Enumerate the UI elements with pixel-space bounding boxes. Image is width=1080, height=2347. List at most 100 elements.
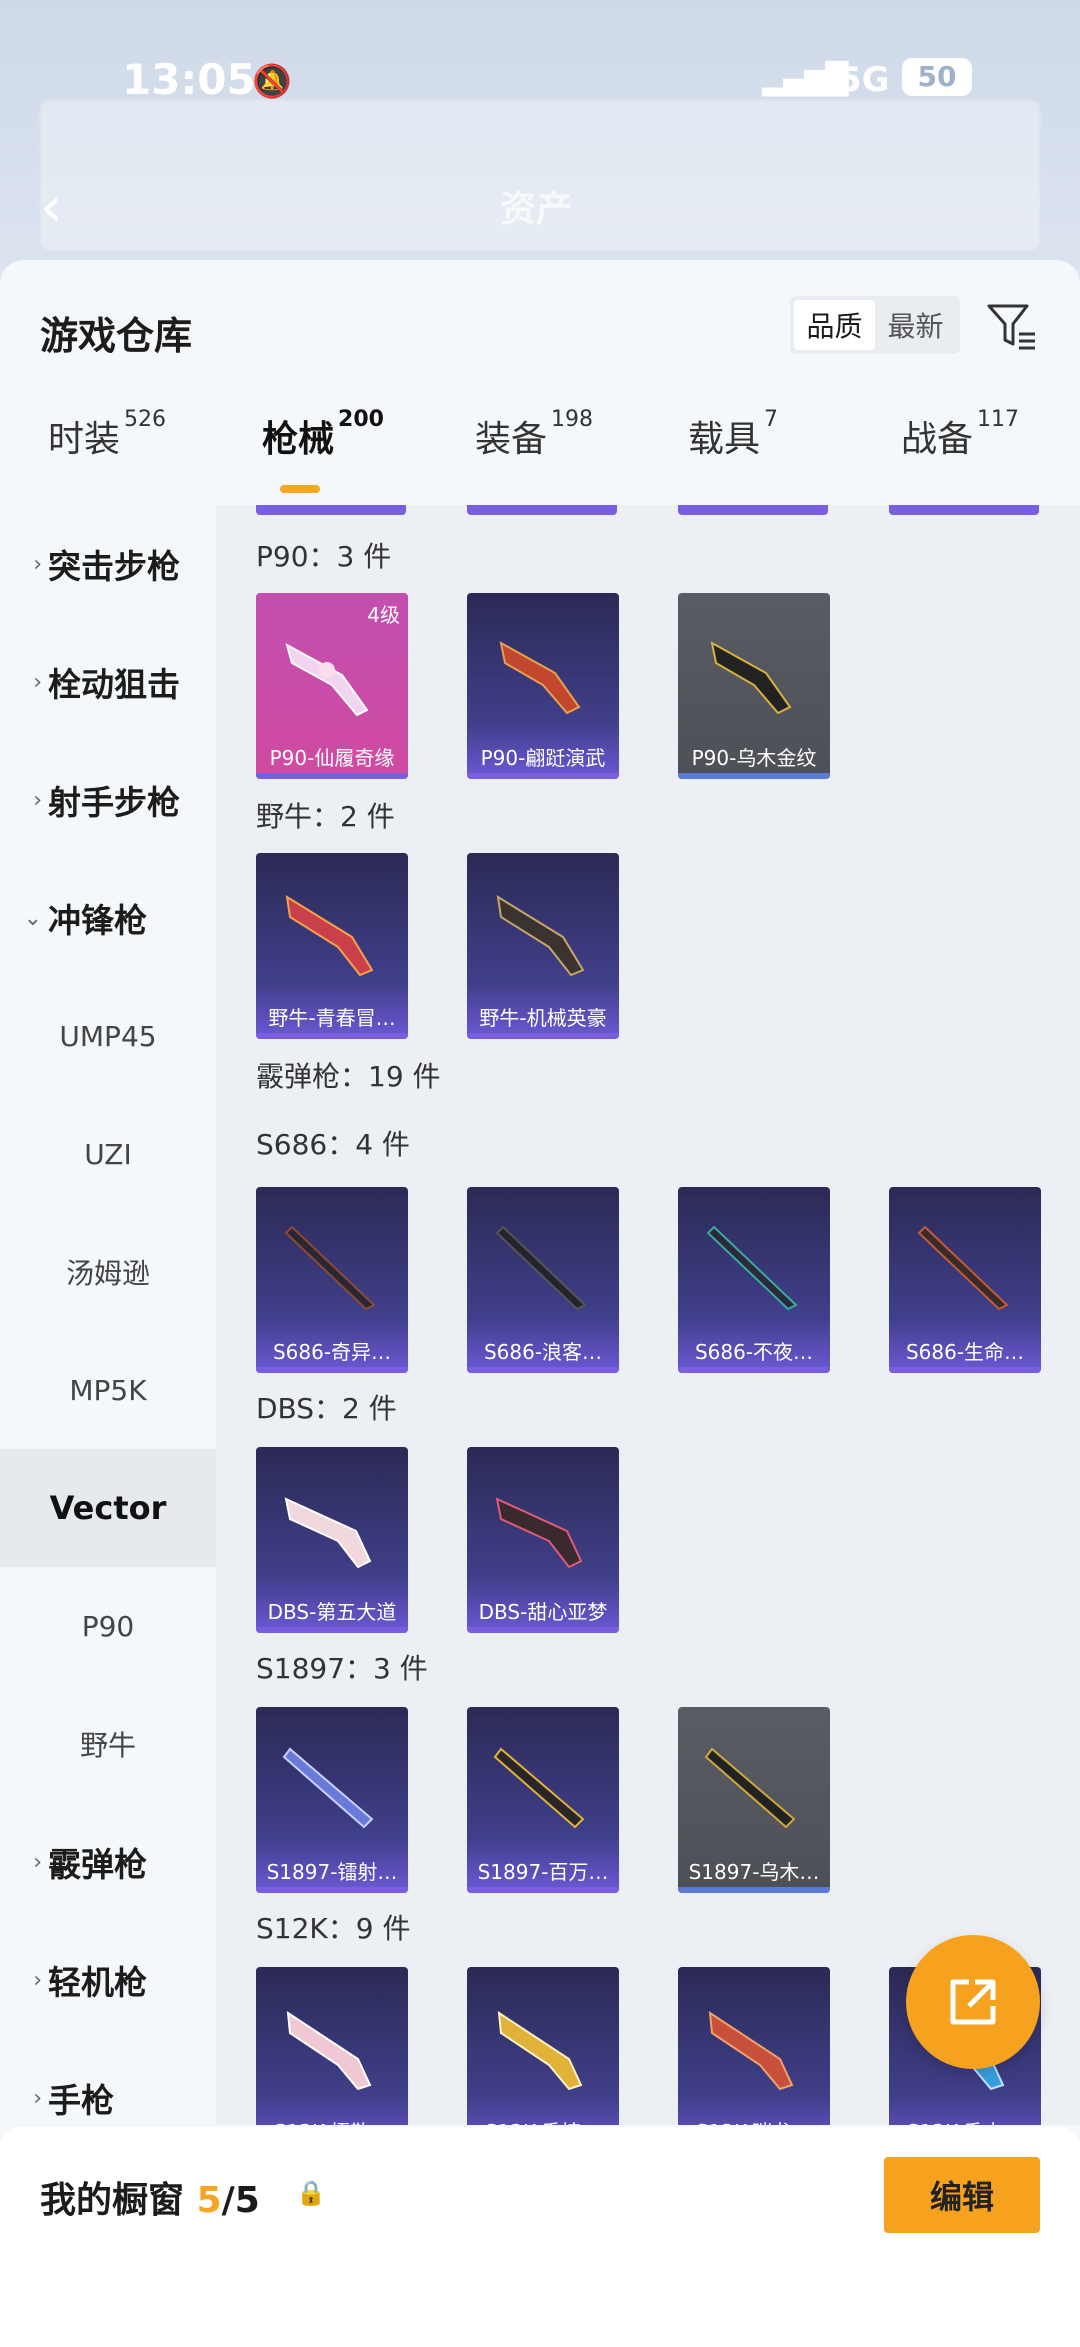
item-name: P90-翩跹演武 xyxy=(480,746,606,770)
rarity-bar xyxy=(256,1627,408,1633)
share-button[interactable] xyxy=(906,1935,1040,2069)
sidebar-category-smg[interactable]: ⌄ 冲锋枪 xyxy=(0,859,216,977)
sidebar-sub-vector[interactable]: Vector xyxy=(0,1449,216,1567)
blurred-header-backdrop: 13:05 🔕 ▂▄▆█ 5G 50 ‹ 资产 xyxy=(0,0,1080,270)
sidebar-sub-p90[interactable]: P90 xyxy=(0,1567,216,1685)
item-name: S686-生命… xyxy=(905,1340,1025,1364)
cutoff-item-edge xyxy=(889,505,1039,515)
sidebar-category-shotgun[interactable]: › 霰弹枪 xyxy=(0,1803,216,1921)
item-card[interactable]: DBS-甜心亚梦 xyxy=(467,1447,619,1633)
sidebar-sub-mp5k[interactable]: MP5K xyxy=(0,1331,216,1449)
status-time: 13:05 xyxy=(122,55,256,104)
gun-icon xyxy=(495,1225,587,1311)
section-label-s12k: S12K：9 件 xyxy=(256,1912,411,1945)
item-name: 野牛-机械英豪 xyxy=(479,1006,607,1030)
item-grid: P90：3 件 4级 P90-仙履奇缘 P90-翩跹演武 P90-乌木金纹 野牛… xyxy=(216,505,1080,2125)
assets-label: 资产 xyxy=(500,189,573,230)
weapon-category-sidebar: › 突击步枪 › 栓动狙击 › 射手步枪 ⌄ 冲锋枪 UMP45 UZI 汤姆逊 MP5… xyxy=(0,505,216,2125)
item-card[interactable]: S12K-梧散… xyxy=(256,1967,408,2125)
sidebar-category-lmg[interactable]: › 轻机枪 xyxy=(0,1921,216,2039)
sidebar-sub-thompson[interactable]: 汤姆逊 xyxy=(0,1213,216,1331)
chevron-right-icon: › xyxy=(33,669,42,695)
tab-fashion[interactable]: 时装 526 xyxy=(48,407,166,462)
sidebar-sub-bizon[interactable]: 野牛 xyxy=(0,1685,216,1803)
rarity-bar xyxy=(467,1367,619,1373)
share-external-icon xyxy=(950,1979,996,2025)
sidebar-category-assault-rifle[interactable]: › 突击步枪 xyxy=(0,505,216,623)
item-card[interactable]: S1897-乌木… xyxy=(678,1707,830,1893)
sidebar-sub-uzi[interactable]: UZI xyxy=(0,1095,216,1213)
chevron-down-icon: ⌄ xyxy=(23,905,42,931)
signal-icon: ▂▄▆█ xyxy=(762,62,848,97)
item-name: S12K-梧散… xyxy=(256,2116,408,2125)
chevron-right-icon: › xyxy=(33,787,42,813)
item-name: S686-不夜… xyxy=(694,1340,814,1364)
item-card[interactable]: 4级 P90-仙履奇缘 xyxy=(256,593,408,779)
item-card[interactable]: P90-翩跹演武 xyxy=(467,593,619,779)
item-card[interactable]: P90-乌木金纹 xyxy=(678,593,830,779)
item-card[interactable]: DBS-第五大道 xyxy=(256,1447,408,1633)
sidebar-category-bolt-sniper[interactable]: › 栓动狙击 xyxy=(0,623,216,741)
gun-icon xyxy=(284,1225,376,1311)
gun-icon xyxy=(286,2011,372,2091)
gun-icon xyxy=(499,641,581,715)
item-name: S1897-乌木… xyxy=(688,1860,820,1884)
rarity-bar xyxy=(678,773,830,779)
section-label-p90: P90：3 件 xyxy=(256,540,392,573)
showcase-label: 我的橱窗 5/5 xyxy=(40,2180,260,2221)
item-card[interactable]: S686-浪客… xyxy=(467,1187,619,1373)
rarity-bar xyxy=(467,1887,619,1893)
tab-vehicles[interactable]: 载具 7 xyxy=(688,407,778,462)
gun-icon xyxy=(496,895,585,977)
gun-icon xyxy=(708,2011,794,2091)
item-card[interactable]: S12K-瑞龙… xyxy=(678,1967,830,2125)
chevron-right-icon: › xyxy=(33,551,42,577)
item-name: 野牛-青春冒… xyxy=(268,1006,396,1030)
gun-icon xyxy=(706,1225,798,1311)
item-name: S1897-百万… xyxy=(477,1860,609,1884)
item-card[interactable]: S686-奇异… xyxy=(256,1187,408,1373)
sort-newest-option[interactable]: 最新 xyxy=(875,300,956,350)
gun-icon xyxy=(493,1747,585,1829)
section-label-dbs: DBS：2 件 xyxy=(256,1392,397,1425)
item-name: S686-浪客… xyxy=(483,1340,603,1364)
gun-icon xyxy=(284,1497,372,1569)
item-card[interactable]: S1897-百万… xyxy=(467,1707,619,1893)
sidebar-category-dmr[interactable]: › 射手步枪 xyxy=(0,741,216,859)
sort-toggle[interactable]: 品质 最新 xyxy=(790,296,960,354)
item-card[interactable]: 野牛-青春冒… xyxy=(256,853,408,1039)
active-tab-indicator xyxy=(280,485,320,493)
edit-button[interactable]: 编辑 xyxy=(884,2157,1040,2233)
item-card[interactable]: S686-不夜… xyxy=(678,1187,830,1373)
gun-icon xyxy=(285,642,369,717)
gun-icon xyxy=(710,641,792,715)
sidebar-sub-ump45[interactable]: UMP45 xyxy=(0,977,216,1095)
gun-icon xyxy=(704,1747,796,1829)
item-card[interactable]: S1897-镭射… xyxy=(256,1707,408,1893)
page-title: 游戏仓库 xyxy=(40,314,193,358)
tab-equipment[interactable]: 装备 198 xyxy=(475,407,593,462)
gun-icon xyxy=(282,1747,374,1829)
item-name: P90-乌木金纹 xyxy=(691,746,817,770)
rarity-bar xyxy=(467,1627,619,1633)
cutoff-item-edge xyxy=(678,505,828,515)
item-name: DBS-甜心亚梦 xyxy=(478,1600,608,1624)
sort-quality-option[interactable]: 品质 xyxy=(794,300,875,350)
back-arrow-icon[interactable]: ‹ xyxy=(40,175,62,240)
item-card[interactable]: 野牛-机械英豪 xyxy=(467,853,619,1039)
item-card[interactable]: S12K-香槟… xyxy=(467,1967,619,2125)
rarity-bar xyxy=(467,773,619,779)
showcase-bar: 我的橱窗 5/5 🔒 编辑 xyxy=(0,2127,1080,2347)
rarity-bar xyxy=(256,1367,408,1373)
chevron-right-icon: › xyxy=(33,1967,42,1993)
section-label-bizon: 野牛：2 件 xyxy=(256,800,395,833)
rarity-bar xyxy=(256,1033,408,1039)
section-label-s1897: S1897：3 件 xyxy=(256,1652,428,1685)
filter-icon[interactable] xyxy=(985,300,1039,354)
rarity-bar xyxy=(889,1367,1041,1373)
tab-firearms[interactable]: 枪械 200 xyxy=(262,407,384,462)
tab-supplies[interactable]: 战备 117 xyxy=(901,407,1019,462)
item-card[interactable]: S686-生命… xyxy=(889,1187,1041,1373)
section-label-s686: S686：4 件 xyxy=(256,1128,410,1161)
item-name: S12K-瑞龙… xyxy=(678,2116,830,2125)
